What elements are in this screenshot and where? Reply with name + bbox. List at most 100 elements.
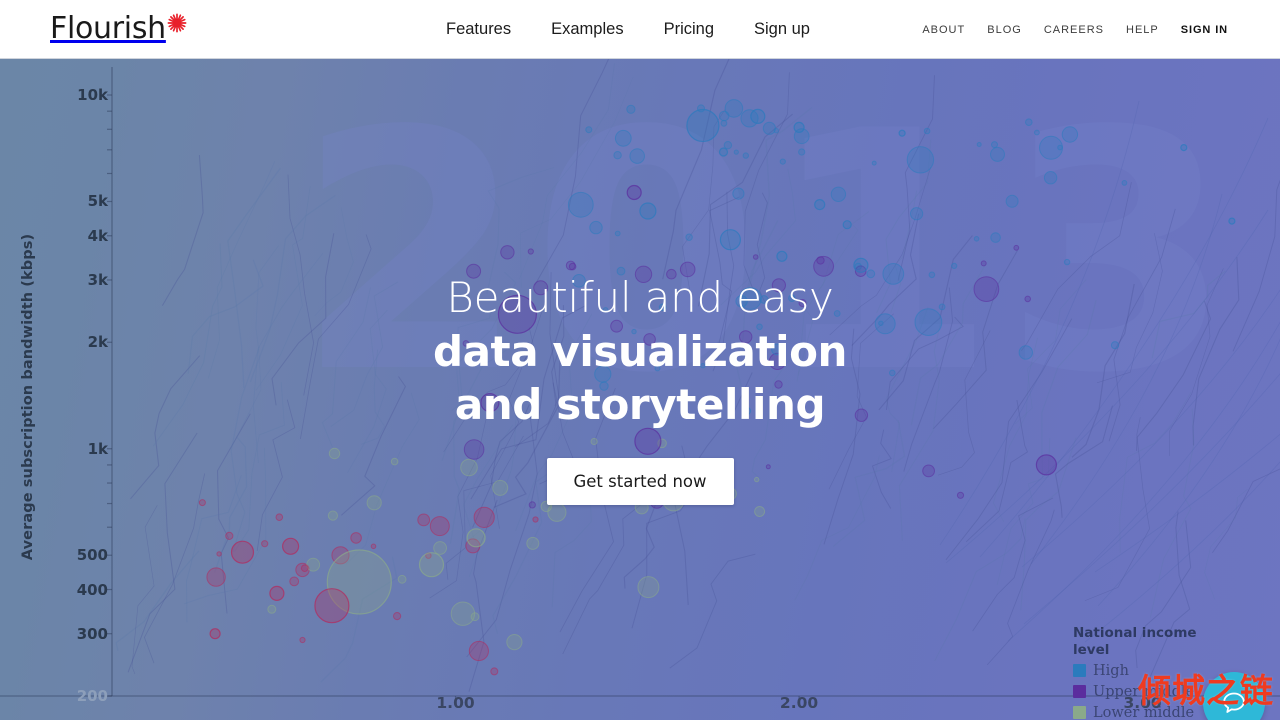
scatter-bubble bbox=[626, 104, 636, 114]
scatter-bubble bbox=[585, 126, 593, 134]
scatter-bubble bbox=[759, 295, 769, 304]
scatter-bubble bbox=[1063, 258, 1071, 266]
legend-swatch-upper-middle bbox=[1073, 685, 1086, 698]
scatter-point[interactable] bbox=[853, 257, 869, 273]
scatter-point[interactable] bbox=[282, 537, 300, 555]
get-started-button[interactable]: Get started now bbox=[546, 458, 734, 505]
brand-name: Flourish bbox=[50, 11, 166, 46]
y-tick-1k: 1k bbox=[87, 439, 108, 458]
starburst-icon bbox=[167, 13, 187, 33]
scatter-bubble bbox=[830, 186, 847, 203]
scatter-point[interactable] bbox=[639, 202, 657, 220]
scatter-bubble bbox=[914, 308, 943, 337]
scatter-bubble bbox=[1043, 171, 1058, 185]
nav-item-about[interactable]: ABOUT bbox=[922, 24, 965, 36]
y-tick-500: 500 bbox=[76, 546, 108, 565]
scatter-point[interactable] bbox=[719, 229, 742, 251]
scatter-point[interactable] bbox=[626, 184, 642, 201]
scatter-point[interactable] bbox=[418, 552, 445, 578]
nav-item-careers[interactable]: CAREERS bbox=[1044, 24, 1104, 36]
brand-logo[interactable]: Flourish bbox=[50, 12, 187, 46]
scatter-bubble bbox=[300, 564, 309, 573]
scatter-bubble bbox=[1024, 295, 1031, 303]
scatter-bubble bbox=[506, 634, 523, 651]
nav-item-sign-in[interactable]: SIGN IN bbox=[1181, 24, 1228, 36]
scatter-bubble bbox=[720, 119, 728, 127]
scatter-bubble bbox=[450, 601, 476, 626]
scatter-bubble bbox=[976, 142, 982, 147]
scatter-bubble bbox=[433, 541, 448, 555]
scatter-bubble bbox=[798, 299, 807, 307]
scatter-point[interactable] bbox=[750, 108, 766, 125]
scatter-bubble bbox=[658, 303, 667, 312]
scatter-bubble bbox=[973, 276, 1000, 303]
scatter-bubble bbox=[771, 278, 787, 293]
scatter-bubble bbox=[275, 513, 284, 522]
scatter-bubble bbox=[871, 160, 877, 166]
cta-wrapper: Get started now bbox=[0, 458, 1280, 505]
scatter-point[interactable] bbox=[898, 129, 906, 137]
chat-glyph bbox=[1223, 692, 1245, 713]
legend-label-lower-middle: Lower middle bbox=[1093, 704, 1195, 720]
main-nav: Features Examples Pricing Sign up bbox=[440, 0, 816, 59]
scatter-bubble bbox=[666, 268, 677, 280]
trajectory-arc bbox=[1023, 373, 1280, 625]
scatter-point[interactable] bbox=[634, 427, 662, 455]
scatter-bubble bbox=[788, 294, 796, 302]
scatter-bubble bbox=[990, 232, 1001, 243]
scatter-bubble bbox=[527, 248, 534, 255]
trajectory-arc bbox=[1030, 193, 1223, 565]
scatter-bubble bbox=[526, 536, 540, 550]
scatter-bubble bbox=[590, 437, 598, 446]
nav-item-pricing[interactable]: Pricing bbox=[658, 16, 720, 43]
scatter-point[interactable] bbox=[466, 528, 486, 548]
scatter-bubble bbox=[990, 146, 1005, 162]
scatter-bubble bbox=[350, 532, 362, 544]
scatter-point[interactable] bbox=[793, 121, 805, 134]
scatter-point[interactable] bbox=[814, 199, 826, 211]
scatter-point[interactable] bbox=[209, 628, 221, 640]
scatter-bubble bbox=[756, 323, 763, 331]
trajectory-arc bbox=[1094, 433, 1280, 573]
scatter-bubble bbox=[370, 543, 377, 550]
scatter-bubble bbox=[462, 340, 470, 347]
scatter-bubble bbox=[532, 516, 539, 523]
scatter-bubble bbox=[923, 127, 931, 135]
scatter-point[interactable] bbox=[718, 147, 729, 157]
scatter-point[interactable] bbox=[314, 588, 350, 624]
scatter-bubble bbox=[735, 295, 748, 308]
scatter-bubble bbox=[602, 307, 609, 313]
scatter-point[interactable] bbox=[497, 294, 538, 334]
scatter-plot bbox=[0, 59, 1280, 702]
scatter-bubble bbox=[762, 121, 777, 135]
nav-item-sign-up[interactable]: Sign up bbox=[748, 16, 816, 43]
scatter-bubble bbox=[463, 439, 485, 460]
scatter-point[interactable] bbox=[686, 108, 720, 143]
scatter-bubble bbox=[206, 567, 226, 587]
scatter-point[interactable] bbox=[776, 250, 788, 262]
scatter-bubble bbox=[614, 230, 621, 237]
scatter-bubble bbox=[567, 191, 594, 218]
scatter-point[interactable] bbox=[269, 585, 285, 602]
scatter-point[interactable] bbox=[480, 393, 500, 413]
scatter-bubble bbox=[629, 148, 646, 164]
nav-item-examples[interactable]: Examples bbox=[545, 16, 629, 43]
scatter-bubble bbox=[610, 319, 623, 333]
scatter-point[interactable] bbox=[842, 220, 852, 230]
scatter-bubble bbox=[771, 343, 783, 356]
scatter-point[interactable] bbox=[230, 540, 255, 564]
scatter-bubble bbox=[631, 328, 637, 335]
nav-item-blog[interactable]: BLOG bbox=[987, 24, 1022, 36]
nav-item-help[interactable]: HELP bbox=[1126, 24, 1159, 36]
trajectory-trails bbox=[115, 59, 1280, 692]
scatter-bubble bbox=[742, 406, 752, 416]
scatter-point[interactable] bbox=[1228, 217, 1236, 225]
scatter-bubble bbox=[417, 513, 431, 527]
nav-item-features[interactable]: Features bbox=[440, 16, 517, 43]
scatter-point[interactable] bbox=[1180, 143, 1188, 152]
scatter-bubble bbox=[565, 260, 576, 271]
legend-swatch-high bbox=[1073, 664, 1086, 677]
utility-nav: ABOUT BLOG CAREERS HELP SIGN IN bbox=[922, 0, 1228, 59]
scatter-bubble bbox=[1061, 126, 1079, 143]
scatter-bubble bbox=[594, 365, 612, 383]
